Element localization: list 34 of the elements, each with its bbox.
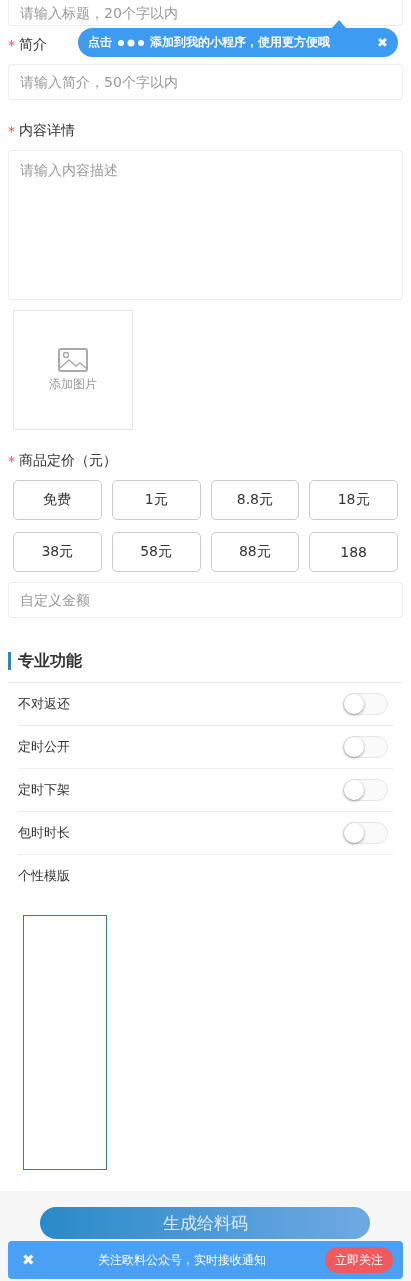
price-option[interactable]: 88元 — [210, 532, 300, 572]
price-option[interactable]: 免费 — [13, 480, 102, 520]
details-field[interactable]: 请输入内容描述 — [8, 150, 403, 300]
title-field[interactable]: 请输入标题，20个字以内 — [8, 0, 403, 26]
section-title: 专业功能 — [8, 652, 82, 670]
feature-label: 定时下架 — [18, 781, 70, 799]
more-dots-icon — [117, 38, 145, 47]
toggle-switch[interactable] — [343, 693, 388, 715]
tooltip-text: 添加到我的小程序，使用更方便哦 — [150, 34, 330, 51]
tooltip-text: 点击 — [88, 34, 112, 51]
feature-label: 包时时长 — [18, 824, 70, 842]
required-mark: * — [8, 123, 15, 139]
banner-text: 关注欧料公众号，实时接收通知 — [97, 1251, 267, 1269]
price-option[interactable]: 188 — [309, 532, 398, 572]
feature-label: 不对返还 — [18, 695, 70, 713]
price-option[interactable]: 58元 — [111, 532, 201, 572]
field-label: 内容详情 — [19, 122, 75, 140]
toggle-switch[interactable] — [343, 779, 388, 801]
custom-amount-field[interactable]: 自定义金额 — [8, 582, 403, 618]
price-option[interactable]: 18元 — [309, 480, 398, 520]
price-option[interactable]: 8.8元 — [210, 480, 300, 520]
toggle-switch[interactable] — [343, 736, 388, 758]
toggle-switch[interactable] — [343, 822, 388, 844]
required-mark: * — [8, 37, 15, 53]
feature-label: 个性模版 — [18, 867, 70, 885]
field-label: 简介 — [19, 36, 47, 54]
summary-field[interactable]: 请输入简介，50个字以内 — [8, 64, 403, 100]
field-label: 商品定价（元） — [19, 452, 117, 470]
required-mark: * — [8, 453, 15, 469]
price-option[interactable]: 1元 — [111, 480, 201, 520]
image-icon — [58, 347, 88, 372]
feature-label: 定时公开 — [18, 738, 70, 756]
template-frame[interactable] — [23, 915, 107, 1170]
price-option[interactable]: 38元 — [13, 532, 102, 572]
